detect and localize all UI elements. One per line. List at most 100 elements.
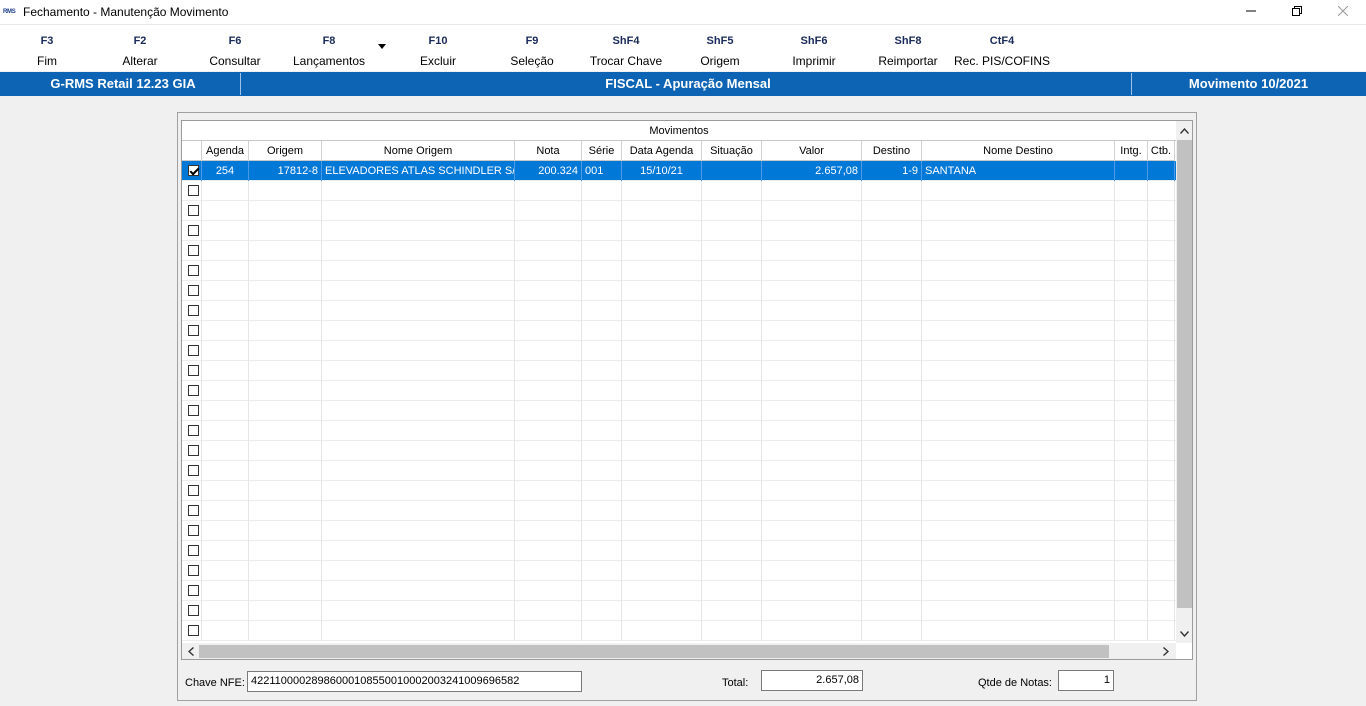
table-row[interactable]	[182, 481, 1176, 501]
scroll-right-button[interactable]	[1157, 643, 1174, 659]
table-row[interactable]	[182, 421, 1176, 441]
chave-nfe-field[interactable]: 4221100002898600010855001000200324100969…	[247, 671, 582, 692]
selecao-button[interactable]: F9 Seleção	[502, 25, 562, 72]
alterar-button[interactable]: F2 Alterar	[110, 25, 170, 72]
row-checkbox[interactable]	[188, 625, 199, 636]
chave-nfe-label: Chave NFE:	[185, 677, 245, 689]
scroll-down-button[interactable]	[1176, 625, 1192, 642]
horizontal-scroll-thumb[interactable]	[199, 645, 1109, 658]
lancamentos-dropdown-icon[interactable]	[378, 44, 386, 49]
table-row[interactable]	[182, 221, 1176, 241]
excluir-button[interactable]: F10 Excluir	[408, 25, 468, 72]
table-row[interactable]	[182, 261, 1176, 281]
table-row[interactable]	[182, 301, 1176, 321]
column-header[interactable]: Nota	[515, 141, 582, 161]
scroll-up-button[interactable]	[1176, 122, 1192, 139]
row-checkbox[interactable]	[188, 465, 199, 476]
row-checkbox[interactable]	[188, 265, 199, 276]
trocar-chave-button[interactable]: ShF4 Trocar Chave	[586, 25, 666, 72]
restore-button[interactable]	[1274, 0, 1320, 22]
horizontal-scrollbar[interactable]	[182, 643, 1176, 659]
row-checkbox[interactable]	[188, 365, 199, 376]
column-header[interactable]: Nome Origem	[322, 141, 515, 161]
row-checkbox[interactable]	[188, 385, 199, 396]
shortcut-key: F9	[525, 35, 539, 47]
table-row[interactable]	[182, 201, 1176, 221]
column-header[interactable]: Nome Destino	[922, 141, 1115, 161]
row-checkbox[interactable]	[188, 325, 199, 336]
cell-nome-destino	[922, 481, 1115, 501]
cell-nome-origem	[322, 361, 515, 381]
row-checkbox[interactable]	[188, 565, 199, 576]
rec-pis-cofins-button[interactable]: CtF4 Rec. PIS/COFINS	[952, 25, 1052, 72]
lancamentos-button[interactable]: F8 Lançamentos	[289, 25, 369, 72]
row-checkbox[interactable]	[188, 445, 199, 456]
row-checkbox[interactable]	[188, 185, 199, 196]
row-checkbox[interactable]	[188, 505, 199, 516]
table-row[interactable]	[182, 561, 1176, 581]
table-row[interactable]	[182, 181, 1176, 201]
row-checkbox[interactable]	[188, 285, 199, 296]
column-header[interactable]: Valor	[762, 141, 862, 161]
row-checkbox[interactable]	[188, 525, 199, 536]
column-header[interactable]: Intg.	[1115, 141, 1148, 161]
minimize-button[interactable]	[1228, 0, 1274, 22]
row-checkbox[interactable]	[188, 585, 199, 596]
table-row[interactable]	[182, 441, 1176, 461]
table-row[interactable]	[182, 341, 1176, 361]
row-checkbox[interactable]	[188, 245, 199, 256]
table-row[interactable]	[182, 501, 1176, 521]
table-row[interactable]	[182, 541, 1176, 561]
column-header[interactable]: Data Agenda	[622, 141, 702, 161]
cell-valor	[762, 321, 862, 341]
table-row[interactable]	[182, 581, 1176, 601]
cell-nota	[515, 341, 582, 361]
column-header[interactable]: Agenda	[202, 141, 249, 161]
column-header[interactable]: Ctb.	[1148, 141, 1175, 161]
row-checkbox[interactable]	[188, 165, 199, 176]
row-checkbox[interactable]	[188, 345, 199, 356]
cell-ctb	[1148, 421, 1175, 441]
table-row[interactable]	[182, 361, 1176, 381]
column-header[interactable]: Situação	[702, 141, 762, 161]
cell-destino: 1-9	[862, 161, 922, 181]
table-row[interactable]	[182, 281, 1176, 301]
close-button[interactable]	[1320, 0, 1366, 22]
cell-nome-origem	[322, 401, 515, 421]
total-field[interactable]: 2.657,08	[761, 670, 863, 691]
row-checkbox[interactable]	[188, 425, 199, 436]
vertical-scrollbar[interactable]	[1176, 121, 1192, 643]
table-row[interactable]	[182, 381, 1176, 401]
row-checkbox[interactable]	[188, 205, 199, 216]
imprimir-button[interactable]: ShF6 Imprimir	[784, 25, 844, 72]
table-row[interactable]	[182, 321, 1176, 341]
fim-button[interactable]: F3 Fim	[22, 25, 72, 72]
table-row[interactable]	[182, 461, 1176, 481]
table-row[interactable]	[182, 521, 1176, 541]
table-row[interactable]	[182, 401, 1176, 421]
cell-nota	[515, 301, 582, 321]
row-checkbox[interactable]	[188, 545, 199, 556]
origem-button[interactable]: ShF5 Origem	[690, 25, 750, 72]
row-checkbox[interactable]	[188, 225, 199, 236]
reimportar-button[interactable]: ShF8 Reimportar	[873, 25, 943, 72]
cell-situacao	[702, 601, 762, 621]
table-row[interactable]	[182, 621, 1176, 641]
shortcut-key: F6	[228, 35, 242, 47]
table-row[interactable]	[182, 601, 1176, 621]
column-header[interactable]: Série	[582, 141, 622, 161]
row-checkbox[interactable]	[188, 405, 199, 416]
row-checkbox[interactable]	[188, 305, 199, 316]
cell-origem	[249, 281, 322, 301]
row-checkbox[interactable]	[188, 485, 199, 496]
vertical-scroll-thumb[interactable]	[1177, 140, 1192, 608]
table-row[interactable]: 254 17812-8 ELEVADORES ATLAS SCHINDLER S/A…	[182, 161, 1176, 181]
consultar-button[interactable]: F6 Consultar	[200, 25, 270, 72]
row-checkbox[interactable]	[188, 605, 199, 616]
scroll-left-button[interactable]	[182, 643, 199, 659]
qtde-notas-field[interactable]: 1	[1058, 670, 1114, 691]
table-row[interactable]	[182, 241, 1176, 261]
movimentos-grid[interactable]: Movimentos Agenda Origem Nome Origem Nota Sé…	[181, 120, 1193, 660]
column-header[interactable]: Origem	[249, 141, 322, 161]
column-header[interactable]: Destino	[862, 141, 922, 161]
